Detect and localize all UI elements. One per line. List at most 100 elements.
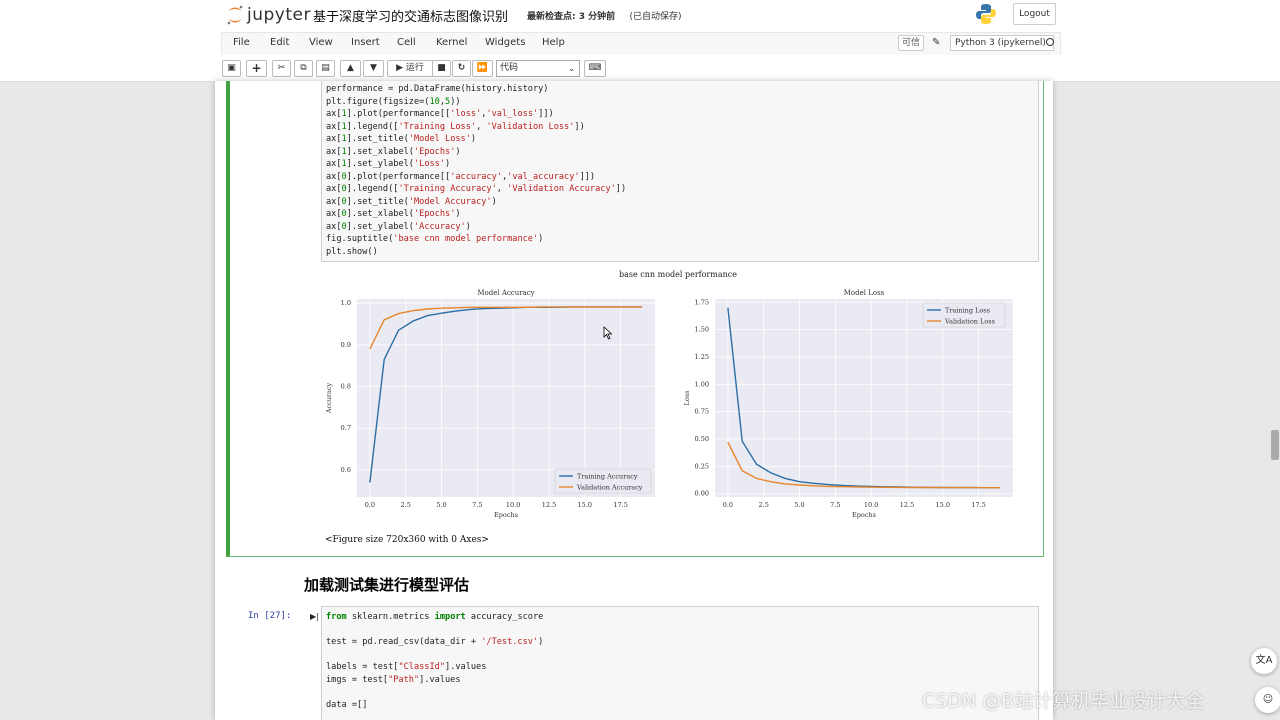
menu-cell[interactable]: Cell	[397, 37, 416, 48]
assistant-button[interactable]: ☺	[1255, 687, 1280, 713]
chart-1: 0.0 2.5 5.0 7.5 10.0 12.5 15.0 17.5 0.00 0.25 0.50…	[683, 289, 1013, 519]
y-tick-label: 1.75	[695, 298, 709, 306]
menu-edit[interactable]: Edit	[270, 37, 289, 48]
y-tick-label: 0.6	[341, 466, 351, 474]
performance-figure: base cnn model performance 0.0 2.5 5.0 7.5 10…	[325, 270, 1013, 519]
figure-suptitle: base cnn model performance	[619, 270, 737, 279]
save-button[interactable]: ▣	[222, 60, 241, 77]
x-tick-label: 15.0	[578, 501, 592, 509]
move-up-button[interactable]: ▲	[340, 60, 361, 77]
code-line: plt.figure(figsize=(10,5))	[326, 96, 461, 107]
menu-insert[interactable]: Insert	[351, 37, 380, 48]
arrow-down-icon: ▼	[370, 63, 377, 73]
x-tick-label: 2.5	[401, 501, 411, 509]
y-tick-label: 0.75	[695, 408, 709, 416]
y-tick-label: 1.00	[695, 380, 709, 388]
logout-button[interactable]: Logout	[1013, 3, 1056, 25]
chart-title: Model Loss	[844, 289, 885, 297]
code-line: ax[0].set_title('Model Accuracy')	[326, 196, 497, 207]
page-scrollbar[interactable]	[1271, 430, 1279, 460]
code-line: data =[]	[326, 699, 368, 710]
y-tick-label: 0.00	[695, 490, 709, 498]
code-line: test = pd.read_csv(data_dir + '/Test.csv…	[326, 637, 544, 647]
save-icon: ▣	[227, 63, 236, 73]
code-line: ax[1].set_title('Model Loss')	[326, 134, 477, 144]
x-tick-label: 10.0	[506, 501, 520, 509]
mouse-cursor-icon	[603, 326, 613, 340]
x-tick-label: 0.0	[723, 501, 733, 509]
watermark: CSDN @B站计算机毕业设计大全	[922, 690, 1205, 712]
code-line: fig.suptitle('base cnn model performance…	[326, 234, 544, 244]
copy-icon: ⧉	[300, 63, 307, 73]
y-tick-label: 0.9	[341, 341, 351, 349]
cell-prompt: In [27]:	[248, 611, 292, 621]
code-line: ax[1].set_ylabel('Loss')	[326, 159, 451, 169]
python-logo-icon	[976, 4, 996, 24]
x-tick-label: 12.5	[900, 501, 914, 509]
run-cell-icon[interactable]: ▶|	[310, 612, 319, 621]
trusted-indicator[interactable]: 可信	[898, 35, 924, 51]
chart-0: 0.0 2.5 5.0 7.5 10.0 12.5 15.0 17.5 0.6 0.7 0.8 0.9…	[325, 289, 655, 519]
x-tick-label: 0.0	[365, 501, 375, 509]
chevron-down-icon: ⌄	[568, 64, 575, 73]
code-text-2: from sklearn.metrics import accuracy_sco…	[326, 611, 543, 711]
translate-icon: 文A	[1255, 655, 1273, 666]
code-line: ax[0].set_ylabel('Accuracy')	[326, 221, 471, 232]
x-axis-label: Epochs	[494, 511, 518, 519]
code-line: from sklearn.metrics import accuracy_sco…	[326, 612, 544, 622]
menu-kernel[interactable]: Kernel	[436, 37, 467, 48]
x-axis-label: Epochs	[852, 511, 876, 519]
command-palette-button[interactable]: ⌨	[584, 60, 606, 77]
legend-label: Validation Accuracy	[576, 484, 643, 492]
code-line: performance = pd.DataFrame(history.histo…	[326, 84, 549, 94]
menu-view[interactable]: View	[309, 37, 333, 48]
paste-button[interactable]: ▤	[316, 60, 335, 77]
section-heading: 加载测试集进行模型评估	[304, 576, 470, 594]
translate-button[interactable]: 文A	[1251, 648, 1277, 674]
fast-forward-icon: ⏩	[476, 63, 489, 73]
code-line: ax[1].plot(performance[['loss','val_loss…	[326, 109, 554, 119]
cell-type-select[interactable]: 代码 ⌄	[496, 60, 580, 77]
plot-area	[715, 299, 1013, 497]
copy-button[interactable]: ⧉	[294, 60, 313, 77]
pencil-icon[interactable]: ✎	[932, 37, 940, 48]
run-button[interactable]: ▶ 运行	[387, 60, 433, 77]
arrow-up-icon: ▲	[347, 63, 354, 73]
jupyter-logo[interactable]: jupyter	[226, 3, 311, 27]
kernel-name[interactable]: Python 3 (ipykernel)	[950, 35, 1054, 51]
toolbar	[0, 55, 1280, 82]
cell-type-value: 代码	[500, 63, 519, 73]
figure-size-caption: <Figure size 720x360 with 0 Axes>	[325, 535, 489, 545]
menu-help[interactable]: Help	[542, 37, 565, 48]
paste-icon: ▤	[321, 63, 330, 73]
x-tick-label: 5.0	[436, 501, 446, 509]
code-editor[interactable]: performance = pd.DataFrame(history.histo…	[321, 81, 1039, 262]
menu-widgets[interactable]: Widgets	[485, 37, 525, 48]
notebook-title[interactable]: 基于深度学习的交通标志图像识别	[313, 6, 508, 25]
y-tick-label: 1.50	[695, 326, 709, 334]
insert-cell-button[interactable]: +	[246, 60, 267, 77]
autosave-status: (已自动保存)	[629, 12, 682, 22]
legend-label: Validation Loss	[944, 318, 995, 326]
code-line: ax[0].plot(performance[['accuracy','val_…	[326, 171, 596, 182]
x-tick-label: 15.0	[936, 501, 950, 509]
y-tick-label: 0.7	[341, 424, 351, 432]
x-tick-label: 7.5	[472, 501, 482, 509]
cut-button[interactable]: ✂	[272, 60, 291, 77]
run-icon: ▶	[396, 63, 404, 73]
interrupt-button[interactable]: ■	[432, 60, 451, 77]
x-tick-label: 17.5	[971, 501, 985, 509]
move-down-button[interactable]: ▼	[363, 60, 384, 77]
restart-run-all-button[interactable]: ⏩	[472, 60, 493, 77]
menu-file[interactable]: File	[233, 37, 250, 48]
legend-label: Training Accuracy	[577, 473, 638, 481]
code-line: imgs = test["Path"].values	[326, 674, 461, 685]
code-text: performance = pd.DataFrame(history.histo…	[326, 83, 626, 258]
code-line: ax[0].legend(['Training Accuracy', 'Vali…	[326, 184, 627, 194]
restart-button[interactable]: ↻	[452, 60, 471, 77]
plus-icon: +	[251, 61, 262, 75]
y-tick-label: 0.25	[695, 462, 709, 470]
notebook-header: jupyter 基于深度学习的交通标志图像识别 最新检查点: 3 分钟前 (已自…	[0, 0, 1280, 33]
